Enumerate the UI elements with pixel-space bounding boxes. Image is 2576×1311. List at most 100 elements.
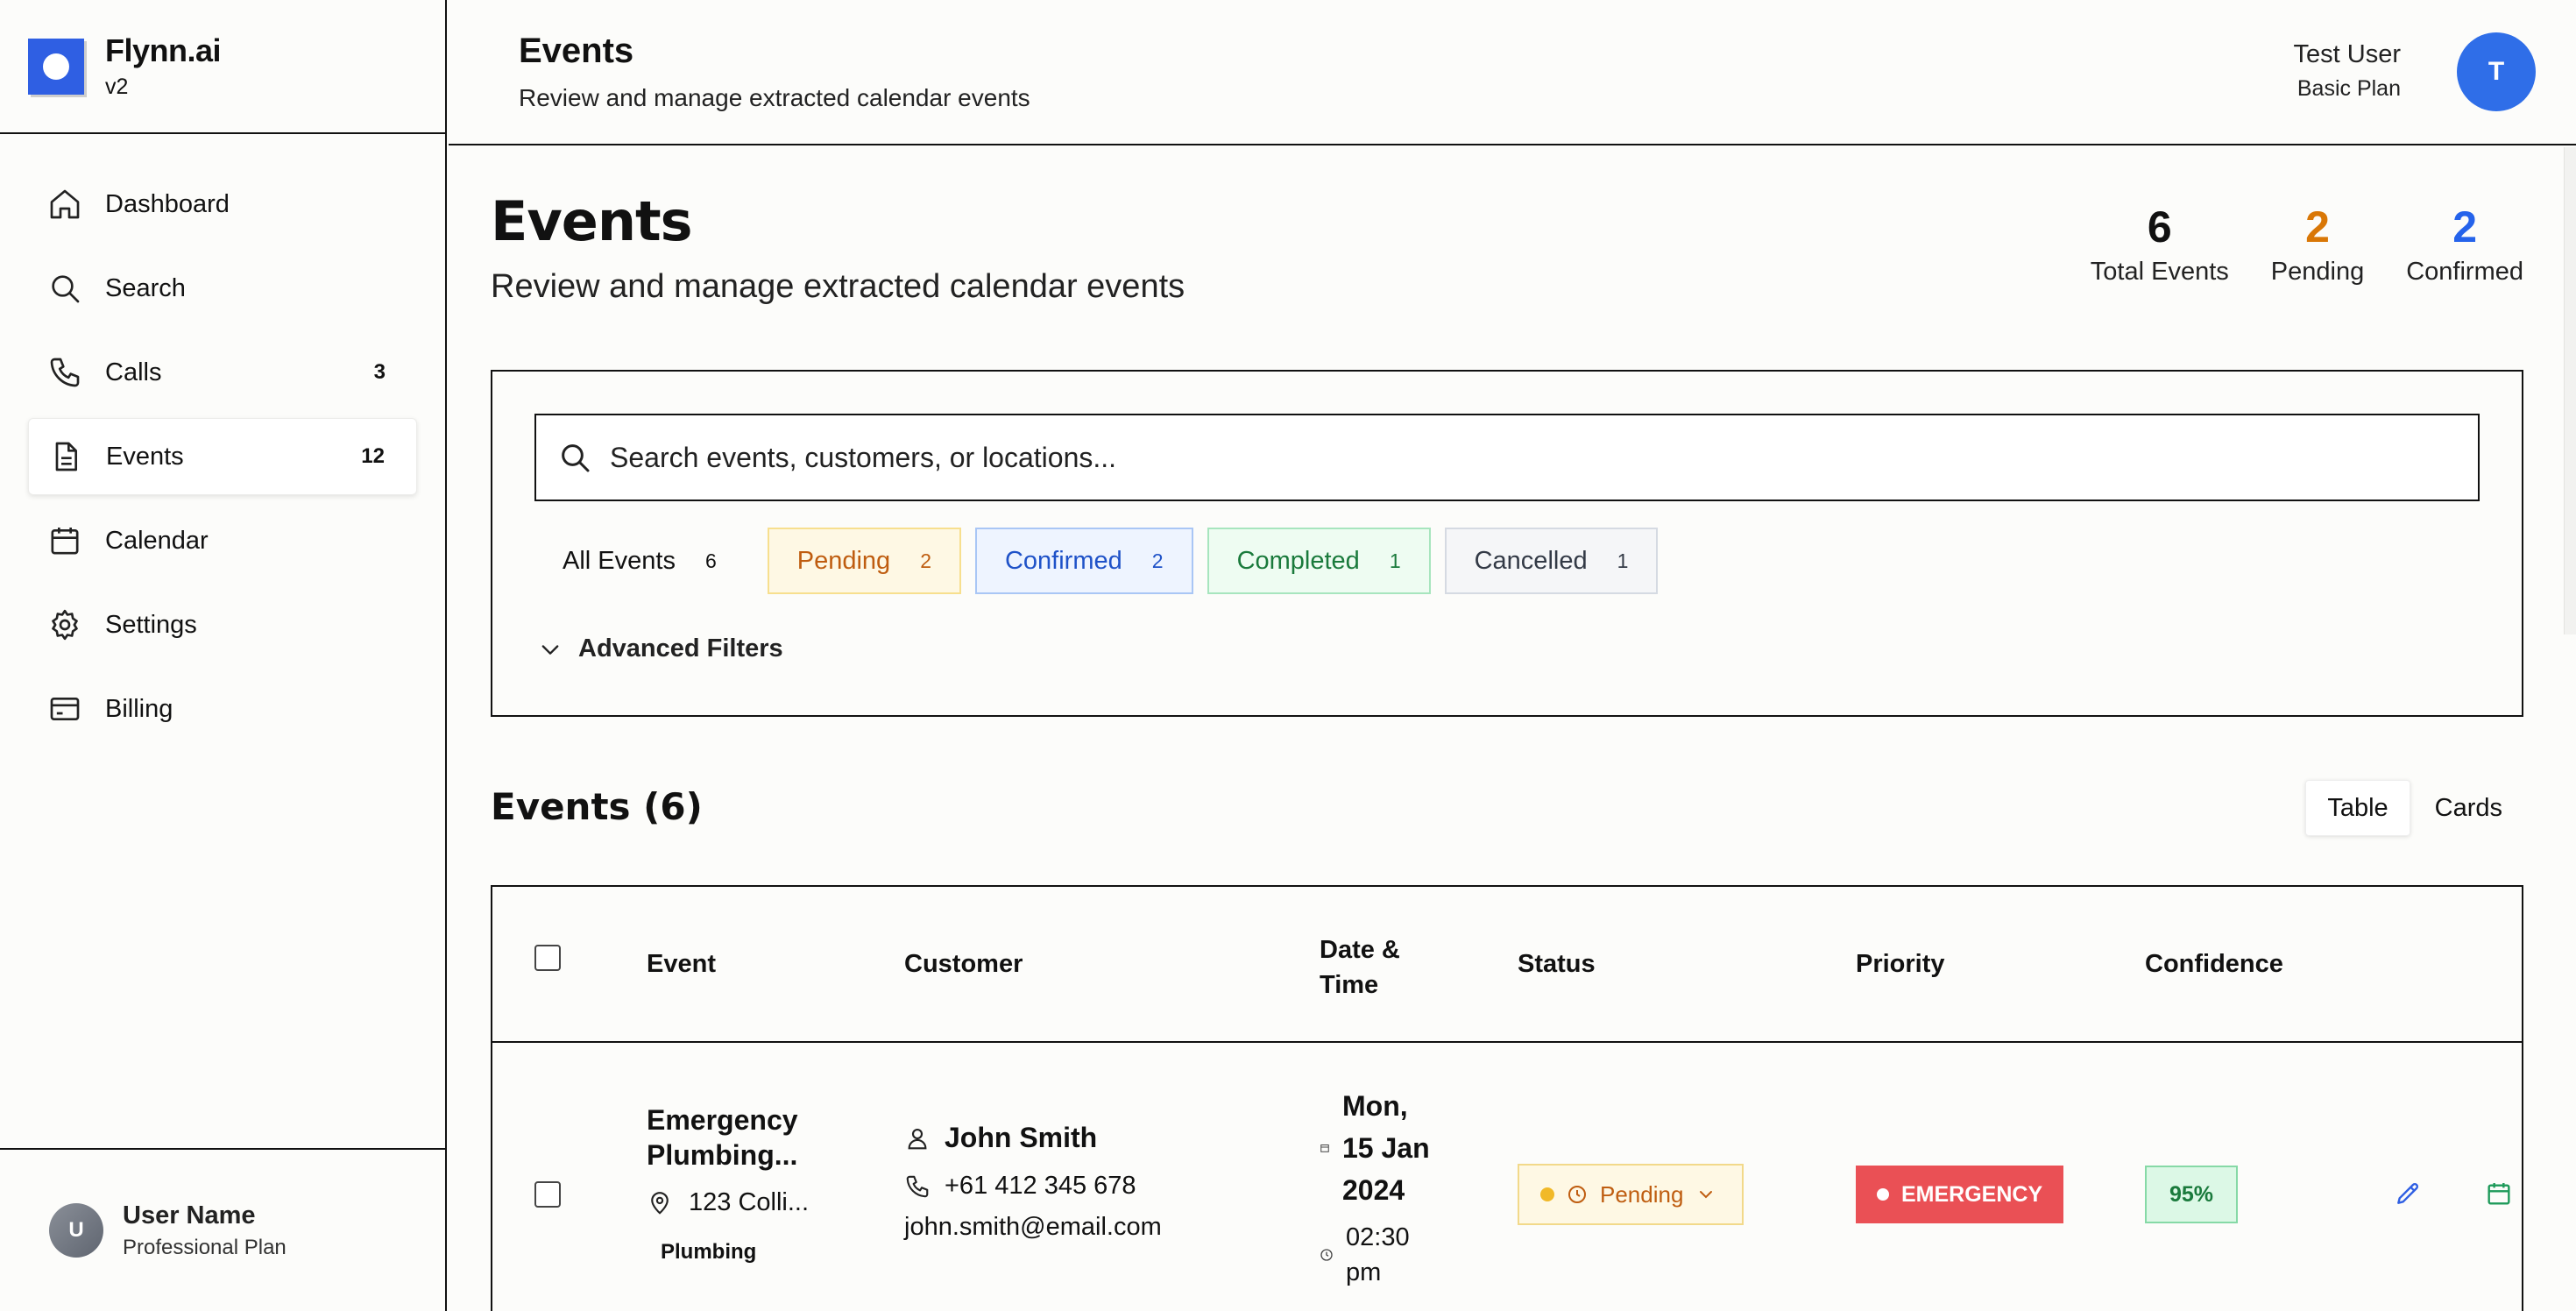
filter-chip-cancelled[interactable]: Cancelled 1: [1444, 528, 1659, 594]
chip-count: 1: [1389, 549, 1401, 572]
event-location: 123 Colli...: [647, 1188, 839, 1217]
chip-label: Pending: [796, 546, 891, 575]
edit-icon[interactable]: [2394, 1180, 2422, 1208]
event-stats: 6 Total Events 2 Pending 2 Confirmed: [2091, 202, 2523, 287]
event-title[interactable]: Emergency Plumbing...: [647, 1102, 839, 1173]
sidebar: Flynn.ai v2 Dashboard Search Calls 3 Eve…: [0, 0, 447, 1311]
status-dropdown[interactable]: Pending: [1518, 1164, 1744, 1225]
scrollbar[interactable]: [2564, 147, 2576, 634]
page-title: Events: [491, 189, 692, 253]
column-header-confidence[interactable]: Confidence: [2145, 950, 2283, 979]
sidebar-item-dashboard[interactable]: Dashboard: [28, 166, 417, 243]
stat-confirmed: 2 Confirmed: [2406, 202, 2523, 287]
status-filter-chips: All Events 6 Pending 2 Confirmed 2 Compl…: [534, 528, 1659, 594]
header-user-name: Test User: [2293, 40, 2401, 68]
chip-label: Completed: [1236, 546, 1360, 575]
event-time-line: 02:30: [1346, 1223, 1410, 1251]
avatar: U: [49, 1203, 103, 1258]
sidebar-item-calendar[interactable]: Calendar: [28, 502, 417, 579]
clock-icon: [1320, 1249, 1333, 1261]
map-pin-icon: [651, 1191, 669, 1215]
filter-chip-pending[interactable]: Pending 2: [767, 528, 961, 594]
user-icon: [908, 1128, 927, 1149]
user-name: User Name: [123, 1201, 256, 1230]
sidebar-item-settings[interactable]: Settings: [28, 586, 417, 663]
customer-phone-line: +61 412 345 678: [904, 1172, 1162, 1201]
customer-name: John Smith: [945, 1122, 1098, 1153]
priority-dot: [1877, 1188, 1889, 1201]
stat-value: 2: [2452, 202, 2478, 252]
status-dot: [1540, 1187, 1554, 1201]
gear-icon: [52, 609, 78, 641]
chip-label: All Events: [563, 546, 676, 575]
customer-name-line: John Smith: [904, 1122, 1162, 1154]
calls-count-badge: 3: [373, 360, 386, 384]
view-cards-button[interactable]: Cards: [2414, 780, 2523, 836]
header-user-plan: Basic Plan: [2296, 76, 2401, 101]
view-toggle: Table Cards: [2305, 780, 2523, 836]
sidebar-item-calls[interactable]: Calls 3: [28, 334, 417, 411]
filter-chip-all[interactable]: All Events 6: [534, 528, 754, 594]
select-all-checkbox[interactable]: [534, 945, 561, 971]
chip-count: 6: [704, 549, 717, 572]
home-icon: [50, 189, 80, 219]
filter-panel: All Events 6 Pending 2 Confirmed 2 Compl…: [491, 370, 2523, 717]
stat-label: Total Events: [2090, 258, 2229, 286]
event-time-line: pm: [1346, 1258, 1382, 1286]
events-table: Event Customer Date & Time Status Priori…: [491, 885, 2523, 1311]
filter-chip-completed[interactable]: Completed 1: [1207, 528, 1431, 594]
sidebar-item-label: Settings: [105, 610, 197, 639]
sidebar-item-label: Billing: [105, 694, 173, 723]
customer-email[interactable]: john.smith@email.com: [904, 1213, 1162, 1242]
sidebar-item-search[interactable]: Search: [28, 250, 417, 327]
sidebar-item-label: Calls: [105, 358, 162, 386]
main-content: Events Review and manage extracted calen…: [449, 147, 2576, 1311]
advanced-filters-label: Advanced Filters: [578, 634, 783, 663]
search-box[interactable]: [534, 414, 2480, 501]
customer-cell: John Smith +61 412 345 678 john.smith@em…: [904, 1122, 1162, 1242]
filter-chip-confirmed[interactable]: Confirmed 2: [974, 528, 1193, 594]
sidebar-item-label: Dashboard: [105, 189, 230, 218]
sidebar-item-label: Calendar: [105, 526, 209, 555]
search-input[interactable]: [610, 431, 2478, 484]
date-time-cell: Mon, 15 Jan 2024 02:30 pm: [1320, 1085, 1430, 1290]
header-subtitle: Review and manage extracted calendar eve…: [519, 84, 1030, 111]
table-header: Event Customer Date & Time Status Priori…: [492, 887, 2522, 1043]
view-table-button[interactable]: Table: [2305, 780, 2410, 836]
event-date-line: 15 Jan: [1342, 1132, 1430, 1164]
column-header-customer[interactable]: Customer: [904, 950, 1023, 979]
advanced-filters-toggle[interactable]: Advanced Filters: [538, 634, 783, 663]
header-avatar[interactable]: T: [2457, 32, 2536, 111]
chip-count: 2: [1151, 549, 1164, 572]
calendar-icon: [51, 528, 79, 555]
stat-total-events: 6 Total Events: [2091, 202, 2229, 287]
document-icon: [55, 442, 77, 471]
row-select-checkbox[interactable]: [534, 1181, 561, 1208]
event-title-line: Plumbing...: [647, 1139, 798, 1171]
event-category-tag: Plumbing: [661, 1240, 757, 1264]
column-header-event[interactable]: Event: [647, 950, 716, 979]
add-to-calendar-icon[interactable]: [2485, 1180, 2513, 1208]
status-cell: Pending: [1518, 1164, 1744, 1225]
stat-label: Pending: [2270, 258, 2365, 286]
sidebar-user-profile[interactable]: U User Name Professional Plan: [0, 1148, 445, 1311]
status-label: Pending: [1600, 1180, 1684, 1208]
search-icon: [562, 444, 590, 472]
header-user-info[interactable]: Test User Basic Plan: [2294, 40, 2401, 102]
sidebar-item-events[interactable]: Events 12: [28, 418, 417, 495]
column-header-priority[interactable]: Priority: [1856, 950, 1945, 979]
brand-version: v2: [105, 74, 129, 99]
column-header-status[interactable]: Status: [1518, 950, 1596, 979]
table-row[interactable]: Emergency Plumbing... 123 Colli... Plumb…: [492, 1045, 2522, 1311]
calendar-icon: [1320, 1144, 1329, 1152]
sidebar-item-label: Events: [106, 442, 184, 471]
event-location-text: 123 Colli...: [689, 1188, 810, 1216]
column-header-date-time[interactable]: Date & Time: [1320, 932, 1400, 1003]
user-plan: Professional Plan: [123, 1235, 287, 1259]
top-bar: Events Review and manage extracted calen…: [449, 0, 2576, 145]
brand[interactable]: Flynn.ai v2: [0, 0, 445, 134]
phone-icon: [50, 358, 80, 387]
sidebar-item-label: Search: [105, 273, 186, 302]
sidebar-item-billing[interactable]: Billing: [28, 670, 417, 748]
event-title-line: Emergency: [647, 1104, 798, 1136]
